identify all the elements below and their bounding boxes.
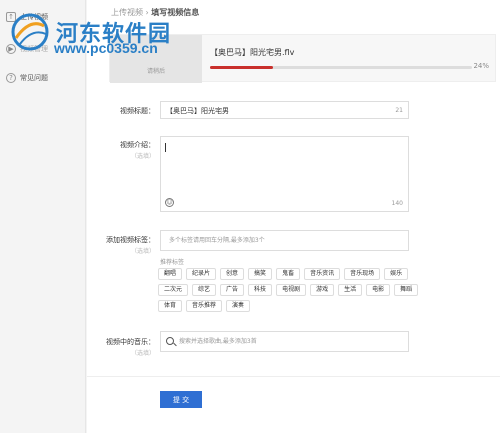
text-cursor [165,143,166,152]
sidebar-item-faq[interactable]: ? 常见问题 [6,73,48,83]
divider [87,376,500,377]
recommended-tag[interactable]: 舞蹈 [394,284,419,296]
recommended-tag[interactable]: 体育 [158,300,183,312]
watermark-url: www.pc0359.cn [54,40,158,56]
recommended-tag[interactable]: 电视剧 [276,284,307,296]
upload-progress-fill [210,66,273,69]
sidebar-item-label: 常见问题 [20,74,48,82]
recommended-tag[interactable]: 演奏 [226,300,251,312]
file-name: 【奥巴马】阳光宅男.flv [210,48,295,57]
emoji-icon[interactable]: ☺ [165,198,174,207]
recommended-tag[interactable]: 广告 [220,284,245,296]
recommended-tag[interactable]: 音乐现场 [344,268,381,280]
title-label: 视频标题： [120,107,155,115]
upload-progress-bar [210,66,472,69]
search-icon [166,337,174,345]
music-label: 视频中的音乐： [106,338,155,346]
recommended-tag[interactable]: 搞笑 [248,268,273,280]
upload-progress-percent: 24% [473,62,489,70]
title-char-count: 21 [395,107,403,114]
recommended-tag[interactable]: 综艺 [192,284,217,296]
recommended-tag[interactable]: 科技 [248,284,273,296]
music-optional-hint: （选填） [130,350,155,357]
intro-char-count: 140 [391,200,403,207]
watermark-logo-icon [11,13,49,51]
tag-row: 二次元 综艺 广告 科技 电视剧 游戏 生活 电影 舞蹈 [158,284,419,296]
thumbnail-status: 请稍后 [146,68,165,75]
title-value[interactable]: 【奥巴马】阳光宅男 [166,106,229,116]
intro-label: 视频介绍： [120,141,155,149]
tag-input-field[interactable] [161,231,408,250]
recommended-tag[interactable]: 创意 [220,268,245,280]
recommended-tag[interactable]: 生活 [338,284,363,296]
sidebar: ↑ 上传视频 ▶ 视频管理 ? 常见问题 [0,0,86,433]
tags-optional-hint: （选填） [130,248,155,255]
tags-label: 添加视频标签： [106,236,155,244]
recommended-tag[interactable]: 纪录片 [186,268,217,280]
recommended-tag[interactable]: 翻唱 [158,268,183,280]
submit-button[interactable]: 提 交 [160,391,202,408]
question-icon: ? [6,73,16,83]
recommended-tags-title: 推荐标签 [160,259,185,266]
recommended-tag[interactable]: 音乐资讯 [304,268,341,280]
recommended-tag[interactable]: 电影 [366,284,391,296]
recommended-tag[interactable]: 二次元 [158,284,189,296]
recommended-tag[interactable]: 娱乐 [384,268,409,280]
music-search[interactable] [160,331,409,352]
tag-row: 翻唱 纪录片 创意 搞笑 鬼畜 音乐资讯 音乐现场 娱乐 [158,268,418,280]
intro-optional-hint: （选填） [130,153,155,160]
music-search-input[interactable] [179,332,404,351]
tag-input[interactable] [160,230,409,251]
recommended-tag[interactable]: 音乐推荐 [186,300,223,312]
recommended-tags: 翻唱 纪录片 创意 搞笑 鬼畜 音乐资讯 音乐现场 娱乐 二次元 综艺 广告 科技 电视剧 游戏 生活 电影舞… [158,268,419,316]
main-panel: 上传视频 › 填写视频信息 请稍后 【奥巴马】阳光宅男.flv 24% 视频标题… [87,0,500,433]
recommended-tag[interactable]: 游戏 [310,284,335,296]
recommended-tag[interactable]: 鬼畜 [276,268,301,280]
title-field[interactable]: 【奥巴马】阳光宅男 21 [160,101,409,119]
intro-textarea[interactable]: ☺ 140 [160,136,409,212]
tag-row: 体育 音乐推荐 演奏 [158,300,418,312]
